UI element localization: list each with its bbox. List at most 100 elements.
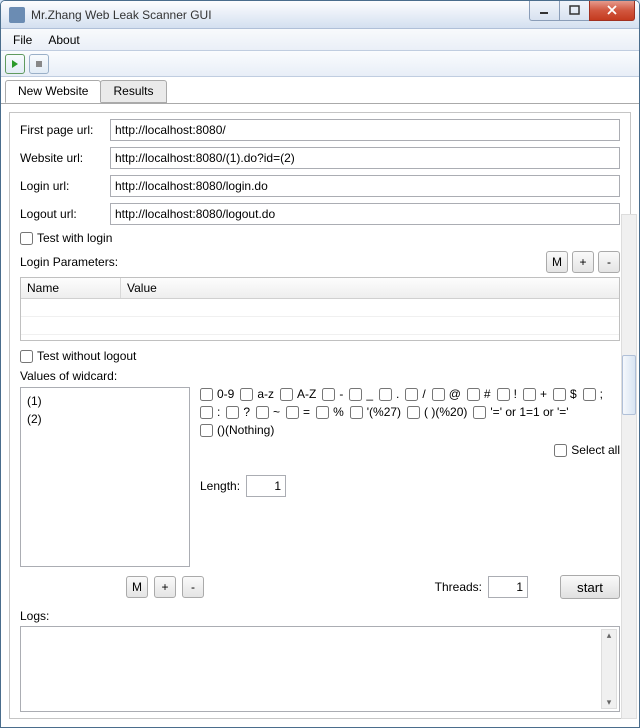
wc-add-button[interactable]: + — [154, 576, 176, 598]
wildcard-check[interactable]: = — [286, 405, 310, 419]
app-icon — [9, 7, 25, 23]
threads-label: Threads: — [435, 580, 482, 594]
wildcard-check[interactable]: @ — [432, 387, 461, 401]
wildcard-check[interactable]: ()(Nothing) — [200, 423, 274, 437]
test-with-login-checkbox[interactable] — [20, 232, 33, 245]
wildcard-check-label: ? — [243, 405, 250, 419]
logout-url-input[interactable] — [110, 203, 620, 225]
select-all-checkbox[interactable] — [554, 444, 567, 457]
maximize-button[interactable] — [559, 1, 589, 21]
run-button[interactable] — [5, 54, 25, 74]
wildcard-check[interactable]: ~ — [256, 405, 280, 419]
wildcard-checkbox[interactable] — [256, 406, 269, 419]
wildcard-checkbox[interactable] — [349, 388, 362, 401]
params-m-button[interactable]: M — [546, 251, 568, 273]
tab-results[interactable]: Results — [100, 80, 166, 103]
wildcard-checkbox[interactable] — [286, 406, 299, 419]
wildcard-check[interactable]: - — [322, 387, 343, 401]
wildcard-check[interactable]: $ — [553, 387, 577, 401]
wildcard-checkbox[interactable] — [200, 424, 213, 437]
test-without-logout-label: Test without logout — [37, 349, 136, 363]
wildcard-checkbox[interactable] — [200, 388, 213, 401]
wildcard-checkbox[interactable] — [350, 406, 363, 419]
wildcard-checkbox[interactable] — [316, 406, 329, 419]
content: First page url: Website url: Login url: … — [1, 104, 639, 727]
minimize-button[interactable] — [529, 1, 559, 21]
wildcard-check[interactable]: ? — [226, 405, 250, 419]
wildcard-check-label: '=' or 1=1 or '=' — [490, 405, 568, 419]
wildcard-checkbox[interactable] — [200, 406, 213, 419]
length-input[interactable] — [246, 475, 286, 497]
select-all-label: Select all — [571, 443, 620, 457]
wildcard-checkbox[interactable] — [473, 406, 486, 419]
wildcard-check-label: = — [303, 405, 310, 419]
wildcard-check[interactable]: A-Z — [280, 387, 316, 401]
wildcard-list[interactable]: (1) (2) — [20, 387, 190, 567]
wildcard-check[interactable]: % — [316, 405, 344, 419]
wildcard-checkbox[interactable] — [407, 406, 420, 419]
tab-new-website[interactable]: New Website — [5, 80, 101, 103]
login-params-table[interactable]: Name Value — [20, 277, 620, 341]
wildcard-check[interactable]: ! — [497, 387, 517, 401]
login-url-input[interactable] — [110, 175, 620, 197]
app-window: Mr.Zhang Web Leak Scanner GUI File About… — [0, 0, 640, 728]
wildcard-check[interactable]: . — [379, 387, 399, 401]
wildcard-checkbox[interactable] — [583, 388, 596, 401]
wildcard-checkbox[interactable] — [322, 388, 335, 401]
wildcard-check-label: a-z — [257, 387, 274, 401]
wildcard-check[interactable]: # — [467, 387, 491, 401]
wildcard-item[interactable]: (2) — [27, 410, 183, 428]
stop-button[interactable] — [29, 54, 49, 74]
website-url-input[interactable] — [110, 147, 620, 169]
wildcard-check-label: A-Z — [297, 387, 316, 401]
wildcard-check-label: ( )(%20) — [424, 405, 467, 419]
first-page-input[interactable] — [110, 119, 620, 141]
wildcard-check[interactable]: '=' or 1=1 or '=' — [473, 405, 568, 419]
wildcard-check-label: @ — [449, 387, 461, 401]
logs-textarea[interactable] — [20, 626, 620, 712]
params-add-button[interactable]: + — [572, 251, 594, 273]
wc-m-button[interactable]: M — [126, 576, 148, 598]
threads-input[interactable] — [488, 576, 528, 598]
wildcard-checkbox[interactable] — [497, 388, 510, 401]
wildcard-check-label: ()(Nothing) — [217, 423, 274, 437]
wildcard-check[interactable]: : — [200, 405, 220, 419]
wildcard-check[interactable]: ( )(%20) — [407, 405, 467, 419]
wildcard-check[interactable]: / — [405, 387, 425, 401]
wildcard-check[interactable]: + — [523, 387, 547, 401]
wildcard-checkbox[interactable] — [240, 388, 253, 401]
menu-file[interactable]: File — [5, 31, 40, 49]
start-button[interactable]: start — [560, 575, 620, 599]
toolbar — [1, 51, 639, 77]
wildcard-label: Values of widcard: — [20, 369, 620, 383]
wildcard-checkbox[interactable] — [553, 388, 566, 401]
wildcard-checkbox[interactable] — [280, 388, 293, 401]
main-scrollbar[interactable] — [621, 214, 637, 719]
wildcard-checkbox[interactable] — [432, 388, 445, 401]
titlebar[interactable]: Mr.Zhang Web Leak Scanner GUI — [1, 1, 639, 29]
params-remove-button[interactable]: - — [598, 251, 620, 273]
wildcard-check[interactable]: '(%27) — [350, 405, 401, 419]
wildcard-item[interactable]: (1) — [27, 392, 183, 410]
menubar: File About — [1, 29, 639, 51]
wildcard-checkbox[interactable] — [467, 388, 480, 401]
wildcard-checkbox[interactable] — [379, 388, 392, 401]
wildcard-check-label: ! — [514, 387, 517, 401]
logout-url-label: Logout url: — [20, 207, 104, 221]
wildcard-check[interactable]: a-z — [240, 387, 274, 401]
wildcard-check[interactable]: ; — [583, 387, 603, 401]
wildcard-check-label: _ — [366, 387, 373, 401]
test-without-logout-checkbox[interactable] — [20, 350, 33, 363]
menu-about[interactable]: About — [40, 31, 87, 49]
wc-remove-button[interactable]: - — [182, 576, 204, 598]
wildcard-check[interactable]: _ — [349, 387, 373, 401]
wildcard-check-label: # — [484, 387, 491, 401]
wildcard-check-label: '(%27) — [367, 405, 401, 419]
wildcard-checkbox[interactable] — [523, 388, 536, 401]
wildcard-check-label: ; — [600, 387, 603, 401]
wildcard-checkbox[interactable] — [226, 406, 239, 419]
logs-scrollbar[interactable] — [601, 629, 617, 709]
wildcard-checkbox[interactable] — [405, 388, 418, 401]
wildcard-check[interactable]: 0-9 — [200, 387, 234, 401]
close-button[interactable] — [589, 1, 635, 21]
